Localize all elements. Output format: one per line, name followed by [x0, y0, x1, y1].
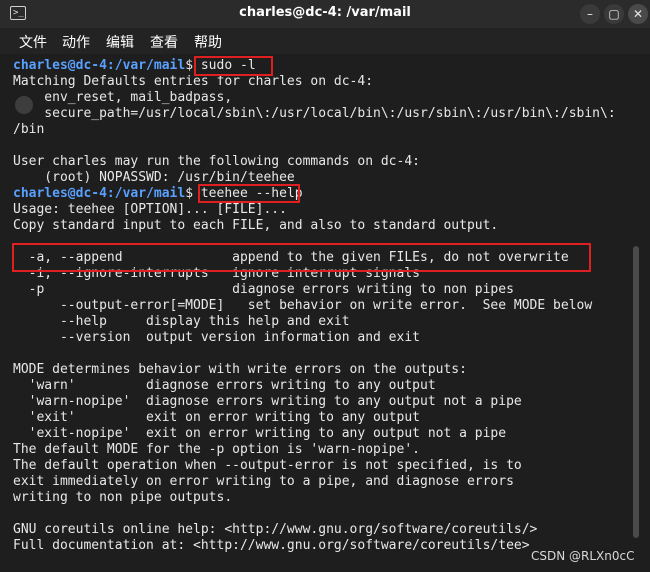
output-line: env_reset, mail_badpass, [13, 90, 233, 105]
mouse-cursor-indicator [15, 96, 33, 114]
output-line: Copy standard input to each FILE, and al… [13, 218, 499, 233]
output-line: 'warn' diagnose errors writing to any ou… [13, 378, 436, 393]
menu-help[interactable]: 帮助 [194, 32, 222, 52]
output-line: 'warn-nopipe' diagnose errors writing to… [13, 394, 522, 409]
output-line: (root) NOPASSWD: /usr/bin/teehee [13, 170, 295, 185]
output-line: 'exit' exit on error writing to any outp… [13, 410, 420, 425]
menu-file[interactable]: 文件 [19, 32, 47, 52]
output-line: --output-error[=MODE] set behavior on wr… [13, 298, 593, 313]
output-line: writing to non pipe outputs. [13, 490, 233, 505]
prompt-line: charles@dc-4:/var/mail$ teehee --help [13, 186, 616, 202]
prompt-path: :/var/mail [106, 58, 186, 73]
window-title: charles@dc-4: /var/mail [239, 5, 411, 20]
menu-bar: 文件 动作 编辑 查看 帮助 [0, 28, 650, 54]
menu-actions[interactable]: 动作 [62, 32, 90, 52]
output-line: The default MODE for the -p option is 'w… [13, 442, 420, 457]
output-line: Usage: teehee [OPTION]... [FILE]... [13, 202, 287, 217]
minimize-button[interactable]: – [580, 4, 600, 24]
highlight-sudo-command [194, 56, 273, 76]
output-line: --help display this help and exit [13, 314, 350, 329]
scrollbar[interactable] [633, 246, 639, 538]
output-line: GNU coreutils online help: <http://www.g… [13, 522, 538, 537]
output-line: Full documentation at: <http://www.gnu.o… [13, 538, 530, 553]
output-line: /bin [13, 122, 45, 137]
prompt-symbol: $ [185, 58, 194, 73]
menu-view[interactable]: 查看 [150, 32, 178, 52]
watermark: CSDN @RLXn0cC [531, 549, 635, 563]
output-line: secure_path=/usr/local/sbin\:/usr/local/… [13, 106, 616, 121]
prompt-line: charles@dc-4:/var/mail$ sudo -l [13, 58, 616, 74]
output-line: --version output version information and… [13, 330, 420, 345]
output-line: 'exit-nopipe' exit on error writing to a… [13, 426, 507, 441]
output-line: -p diagnose errors writing to non pipes [13, 282, 514, 297]
title-bar[interactable]: >_ charles@dc-4: /var/mail – ▢ ✕ [0, 0, 650, 29]
menu-edit[interactable]: 编辑 [106, 32, 134, 52]
maximize-button[interactable]: ▢ [604, 4, 624, 24]
output-line: Matching Defaults entries for charles on… [13, 74, 374, 89]
terminal-output[interactable]: charles@dc-4:/var/mail$ sudo -l Matching … [0, 54, 650, 572]
highlight-teehee-help-command [198, 184, 300, 203]
output-line: The default operation when --output-erro… [13, 458, 522, 473]
output-line: exit immediately on error writing to a p… [13, 474, 514, 489]
prompt-user: charles@dc-4 [13, 58, 107, 73]
prompt-symbol: $ [185, 186, 194, 201]
prompt-user: charles@dc-4 [13, 186, 107, 201]
terminal-lines: charles@dc-4:/var/mail$ sudo -l Matching … [13, 58, 616, 554]
highlight-append-option [12, 243, 591, 272]
prompt-path: :/var/mail [106, 186, 186, 201]
close-button[interactable]: ✕ [628, 4, 648, 24]
output-line: User charles may run the following comma… [13, 154, 420, 169]
output-line: MODE determines behavior with write erro… [13, 362, 467, 377]
